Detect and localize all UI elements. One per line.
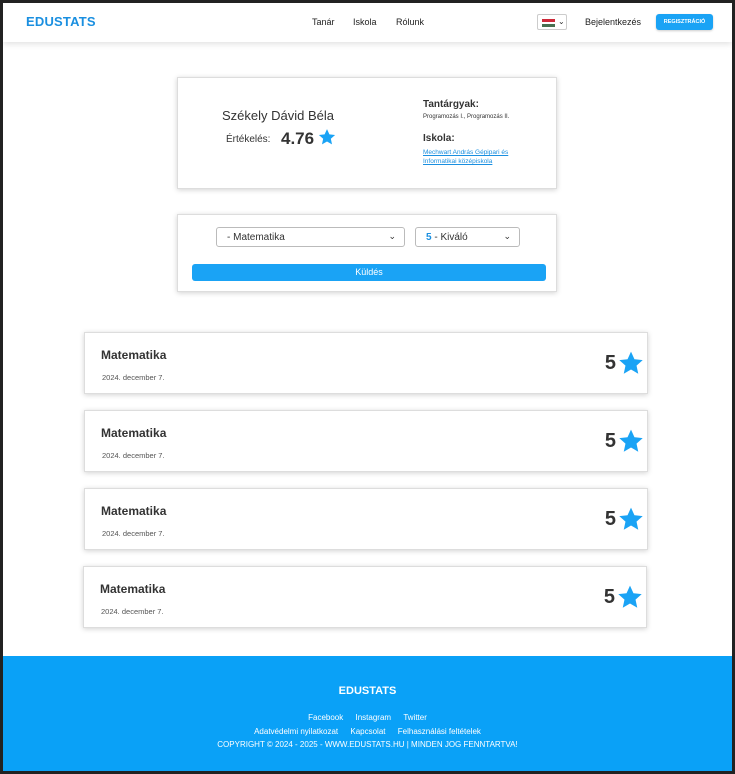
review-subject: Matematika xyxy=(101,504,167,518)
footer-link-twitter[interactable]: Twitter xyxy=(403,713,427,722)
footer-link-privacy[interactable]: Adatvédelmi nyilatkozat xyxy=(254,727,338,736)
footer-copyright: COPYRIGHT © 2024 - 2025 - WWW.EDUSTATS.H… xyxy=(217,740,518,749)
grade-label: - Kiváló xyxy=(431,232,468,243)
brand-logo[interactable]: EDUSTATS xyxy=(26,14,96,29)
review-date: 2024. december 7. xyxy=(101,607,164,616)
star-icon xyxy=(618,585,642,608)
chevron-down-icon: ⌄ xyxy=(503,231,511,241)
school-link[interactable]: Mechwart András Gépipari és Informatikai… xyxy=(423,148,533,166)
subjects-title: Tantárgyak: xyxy=(423,99,479,110)
footer-link-facebook[interactable]: Facebook xyxy=(308,713,343,722)
footer: EDUSTATS Facebook Instagram Twitter Adat… xyxy=(3,656,732,771)
nav-link-school[interactable]: Iskola xyxy=(353,17,377,27)
review-subject: Matematika xyxy=(101,348,167,362)
review-card: Matematika 2024. december 7. 5 xyxy=(83,566,647,628)
review-grade: 5 xyxy=(604,430,616,452)
review-grade: 5 xyxy=(604,508,616,530)
navbar: EDUSTATS Tanár Iskola Rólunk ⌄ Bejelentk… xyxy=(3,3,732,42)
review-card: Matematika 2024. december 7. 5 xyxy=(84,488,648,550)
language-select[interactable]: ⌄ xyxy=(537,14,567,30)
submit-button[interactable]: Küldés xyxy=(192,264,546,281)
star-icon xyxy=(619,429,643,452)
review-date: 2024. december 7. xyxy=(102,373,165,382)
footer-social-links: Facebook Instagram Twitter xyxy=(3,713,732,722)
review-form: - Matematika ⌄ 5 - Kiváló ⌄ Küldés xyxy=(177,214,557,292)
footer-link-terms[interactable]: Felhasználási feltételek xyxy=(398,727,481,736)
footer-brand: EDUSTATS xyxy=(338,685,397,697)
review-card: Matematika 2024. december 7. 5 xyxy=(84,332,648,394)
subject-select[interactable]: - Matematika ⌄ xyxy=(216,227,405,247)
grade-select[interactable]: 5 - Kiváló ⌄ xyxy=(415,227,520,247)
footer-legal-links: Adatvédelmi nyilatkozat Kapcsolat Felhas… xyxy=(3,727,732,736)
chevron-down-icon: ⌄ xyxy=(388,231,396,241)
register-button[interactable]: REGISZTRÁCIÓ xyxy=(656,14,713,30)
chevron-down-icon: ⌄ xyxy=(558,17,565,26)
page: EDUSTATS Tanár Iskola Rólunk ⌄ Bejelentk… xyxy=(3,3,732,771)
login-link[interactable]: Bejelentkezés xyxy=(585,17,641,27)
nav-link-about[interactable]: Rólunk xyxy=(396,17,424,27)
teacher-name: Székely Dávid Béla xyxy=(222,108,334,123)
review-subject: Matematika xyxy=(101,426,167,440)
school-title: Iskola: xyxy=(423,133,455,144)
subjects-value: Programozás I., Programozás II. xyxy=(423,114,510,120)
footer-link-instagram[interactable]: Instagram xyxy=(356,713,392,722)
grade-select-value: 5 - Kiváló xyxy=(426,232,468,243)
review-grade: 5 xyxy=(603,586,615,608)
star-icon xyxy=(318,129,336,145)
subject-select-value: - Matematika xyxy=(227,232,285,243)
review-date: 2024. december 7. xyxy=(102,529,165,538)
hungary-flag-icon xyxy=(542,19,555,27)
review-grade: 5 xyxy=(604,352,616,374)
review-subject: Matematika xyxy=(100,582,166,596)
teacher-card: Székely Dávid Béla Értékelés: 4.76 Tantá… xyxy=(177,77,557,189)
footer-link-contact[interactable]: Kapcsolat xyxy=(350,727,385,736)
rating-label: Értékelés: xyxy=(226,134,271,145)
star-icon xyxy=(619,507,643,530)
review-date: 2024. december 7. xyxy=(102,451,165,460)
rating-value: 4.76 xyxy=(281,129,315,148)
review-card: Matematika 2024. december 7. 5 xyxy=(84,410,648,472)
star-icon xyxy=(619,351,643,374)
nav-link-teacher[interactable]: Tanár xyxy=(312,17,335,27)
